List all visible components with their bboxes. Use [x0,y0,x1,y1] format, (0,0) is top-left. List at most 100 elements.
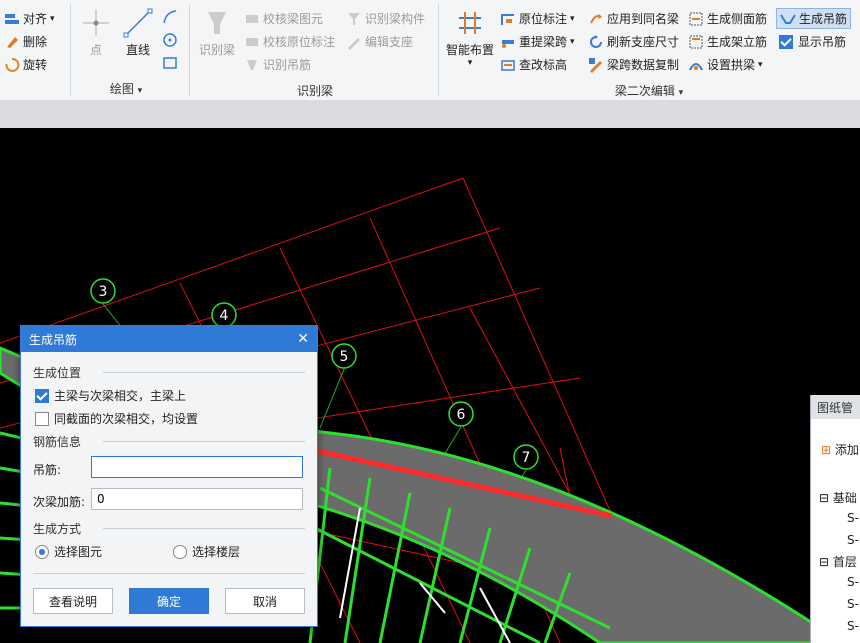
section-divider [103,441,305,442]
point-icon [83,10,109,36]
recognize-hanger-button[interactable]: 识别吊筋 [244,56,311,73]
span-copy-icon [588,57,604,73]
option-main-secondary-checkbox[interactable]: 主梁与次梁相交，主梁上 [35,387,186,404]
align-icon [4,11,20,27]
recognize-group-label: 识别梁 [296,84,333,98]
check-beam-elem-button[interactable]: 校核梁图元 [244,10,323,27]
orig-label-button[interactable]: 原位标注 ▾ [500,10,575,27]
add-icon: ⊞ [821,443,832,457]
axis-marker-7: 7 [522,450,531,466]
hanger-field-label: 吊筋: [33,463,62,477]
ok-button[interactable]: 确定 [129,588,209,614]
circle-icon [162,32,178,48]
rectangle-tool-button[interactable] [162,55,181,71]
show-hanger-checkbox[interactable]: 显示吊筋 [779,33,846,50]
axis-marker-3: 3 [99,284,108,300]
gen-erect-rebar-button[interactable]: 生成架立筋 [688,33,767,50]
section-position-label: 生成位置 [33,366,82,380]
ribbon-toolbar: 对齐 ▾ 删除 旋转 点 直线 绘图 ▾ 识别梁 校核梁图元 校核原位标注 识别… [0,0,860,101]
tree-item[interactable]: S- [847,597,859,611]
axis-marker-4: 4 [220,308,229,324]
section-divider [33,573,305,574]
section-divider [103,372,305,373]
checkbox-unchecked-icon [35,411,49,426]
side-rebar-icon [688,11,704,27]
hanger-input[interactable] [91,456,303,478]
recognize-beam-icon [208,12,226,34]
generate-hanger-dialog: 生成吊筋 ✕ 生成位置 主梁与次梁相交，主梁上 同截面的次梁相交，均设置 钢筋信… [20,325,318,627]
check-label-icon [244,34,260,50]
smart-layout-button[interactable]: 智能布置 ▾ [444,8,496,68]
separator [70,4,71,96]
tree-item[interactable]: S- [847,511,859,525]
option-same-section-checkbox[interactable]: 同截面的次梁相交，均设置 [35,410,198,427]
rectangle-icon [162,55,178,71]
check-orig-label-button[interactable]: 校核原位标注 [244,33,335,50]
erect-rebar-icon [688,34,704,50]
recognize-beam-member-button[interactable]: 识别梁构件 [346,10,425,27]
checkbox-checked-icon [779,34,793,49]
circle-tool-button[interactable] [162,32,181,48]
dialog-titlebar: 生成吊筋 ✕ [21,326,317,352]
collapse-icon: ⊟ [819,491,830,505]
hanger-icon [244,57,260,73]
align-button[interactable]: 对齐 ▾ [4,10,55,27]
line-tool-button[interactable]: 直线 [120,8,156,58]
delete-button[interactable]: 删除 [4,33,47,50]
close-icon[interactable]: ✕ [297,331,309,347]
apply-same-name-button[interactable]: 应用到同名梁 [588,10,679,27]
edit-support-icon [346,34,362,50]
section-rebar-label: 钢筋信息 [33,435,82,449]
re-extract-span-button[interactable]: 重提梁跨 ▾ [500,33,575,50]
re-extract-span-icon [500,34,516,50]
add-drawing-button[interactable]: ⊞ 添加 [821,441,859,458]
refresh-support-button[interactable]: 刷新支座尺寸 [588,33,679,50]
secondary-rebar-field-label: 次梁加筋: [33,495,86,509]
check-beam-icon [244,11,260,27]
dialog-title: 生成吊筋 [29,332,78,347]
radio-selected-icon [35,544,49,559]
cancel-button[interactable]: 取消 [225,588,305,614]
axis-marker-5: 5 [340,349,349,365]
point-tool-button[interactable]: 点 [80,8,112,58]
tree-item[interactable]: S- [847,533,859,547]
tree-item[interactable]: S- [847,619,859,633]
dropdown-arrow-icon: ▾ [467,58,473,68]
panel-title: 图纸管 [811,395,860,419]
apply-same-name-icon [588,11,604,27]
smart-layout-icon [459,12,481,34]
recognize-beam-button[interactable]: 识别梁 [196,8,238,58]
gen-side-rebar-button[interactable]: 生成侧面筋 [688,10,767,27]
arch-beam-icon [688,57,704,73]
separator [189,4,190,96]
arc-tool-button[interactable] [162,9,181,25]
dropdown-arrow-icon: ▾ [50,13,55,24]
dropdown-arrow-icon: ▾ [678,88,684,98]
span-copy-button[interactable]: 梁跨数据复制 [588,56,679,73]
check-elevation-button[interactable]: 查改标高 [500,56,567,73]
arc-icon [162,9,178,25]
radio-select-element[interactable]: 选择图元 [35,543,102,560]
secondary-rebar-input[interactable] [91,488,303,510]
set-arch-beam-button[interactable]: 设置拱梁 ▾ [688,56,763,73]
radio-select-floor[interactable]: 选择楼层 [173,543,240,560]
rotate-icon [4,57,20,73]
rotate-button[interactable]: 旋转 [4,56,47,73]
tree-item[interactable]: ⊟ 首层 [819,553,857,570]
separator [438,4,439,96]
dropdown-arrow-icon: ▾ [570,36,575,47]
axis-marker-6: 6 [457,407,466,423]
draw-group-label[interactable]: 绘图 ▾ [96,80,156,97]
edit-support-button[interactable]: 编辑支座 [346,33,413,50]
tree-item[interactable]: ⊟ 基础 [819,489,857,506]
dropdown-arrow-icon: ▾ [137,86,143,96]
eraser-icon [4,34,20,50]
section-method-label: 生成方式 [33,522,82,536]
refresh-icon [588,34,604,50]
view-help-button[interactable]: 查看说明 [33,588,113,614]
dropdown-arrow-icon: ▾ [570,13,575,24]
gen-hanger-button[interactable]: 生成吊筋 [776,8,852,29]
secondary-group-label[interactable]: 梁二次编辑 ▾ [604,82,694,99]
tree-item[interactable]: S- [847,575,859,589]
collapse-icon: ⊟ [819,555,830,569]
